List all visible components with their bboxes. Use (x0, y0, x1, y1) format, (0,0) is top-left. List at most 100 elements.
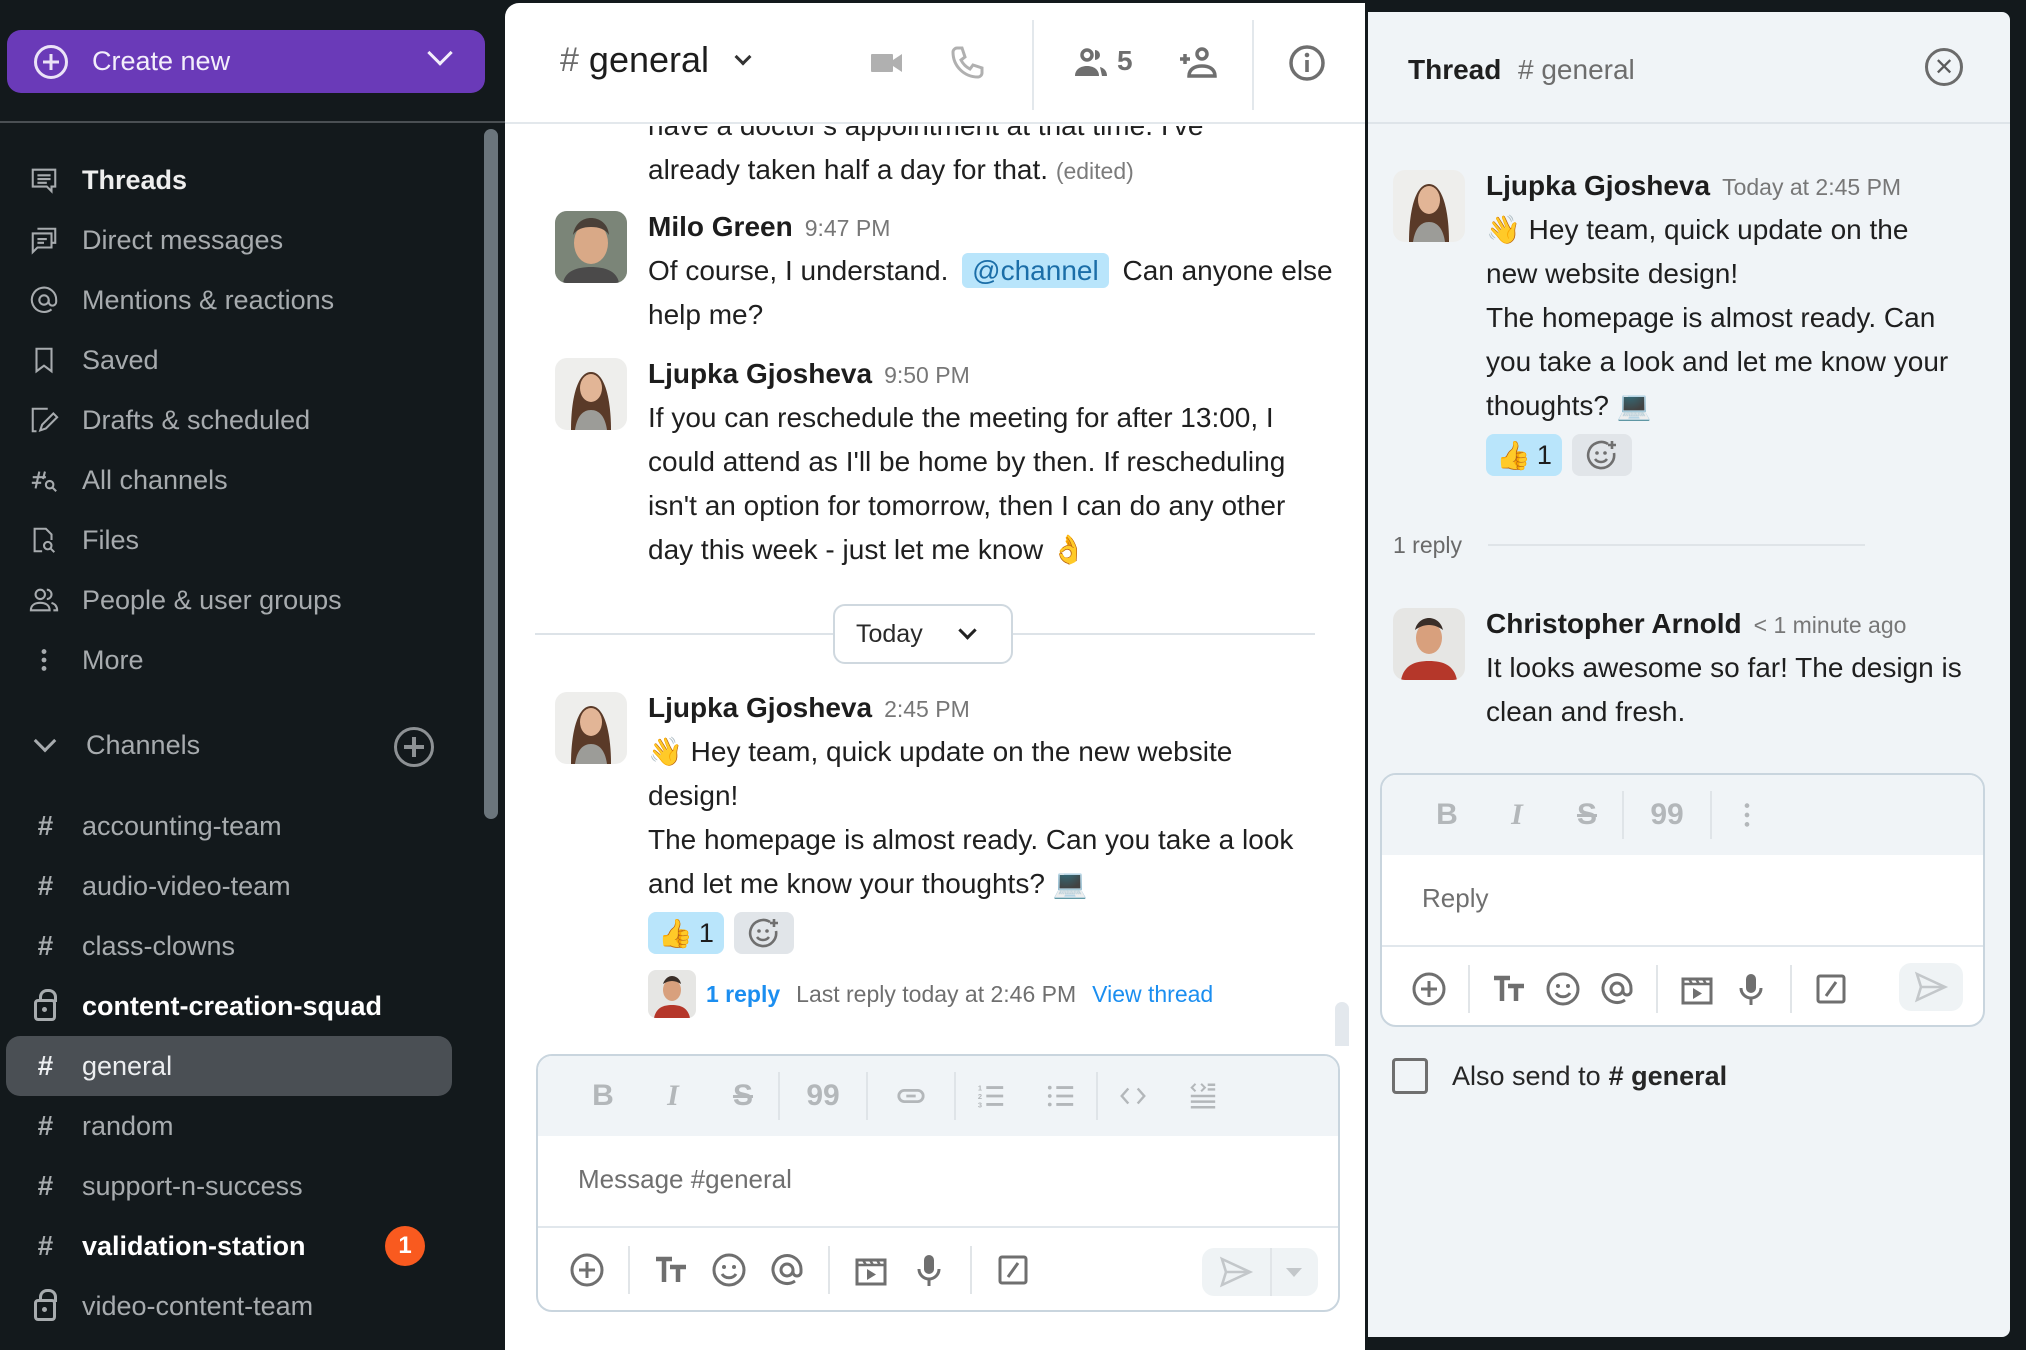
channel-info-button[interactable] (1285, 41, 1329, 85)
message-time[interactable]: < 1 minute ago (1754, 612, 1907, 639)
reaction-thumbs-up[interactable]: 👍 1 (1486, 434, 1562, 476)
slash-command-button[interactable] (1804, 960, 1858, 1018)
message-author[interactable]: Ljupka Gjosheva (648, 692, 872, 724)
message-time[interactable]: 9:50 PM (884, 362, 970, 389)
message-author[interactable]: Christopher Arnold (1486, 608, 1742, 640)
channel-item-video-content-team[interactable]: video-content-team (0, 1276, 480, 1336)
bold-button[interactable]: B (1412, 785, 1482, 845)
channel-item-validation-station[interactable]: # validation-station 1 (0, 1216, 480, 1276)
voice-message-button[interactable] (900, 1241, 958, 1299)
bold-button[interactable]: B (568, 1066, 638, 1126)
create-new-button[interactable]: Create new (7, 30, 485, 93)
channel-name: accounting-team (82, 810, 282, 841)
message-time[interactable]: 9:47 PM (805, 215, 891, 242)
channel-item-general[interactable]: # general (6, 1036, 452, 1096)
header-separator (1032, 20, 1034, 110)
voice-message-button[interactable] (1724, 960, 1778, 1018)
message-time[interactable]: 2:45 PM (884, 696, 970, 723)
channel-item-support-n-success[interactable]: # support-n-success (0, 1156, 480, 1216)
text-format-button[interactable] (642, 1241, 700, 1299)
add-channel-button[interactable] (394, 727, 434, 767)
media-button[interactable] (1670, 960, 1724, 1018)
message-author[interactable]: Ljupka Gjosheva (648, 358, 872, 390)
quote-icon: 99 (1650, 798, 1684, 831)
message-time[interactable]: Today at 2:45 PM (1722, 174, 1901, 201)
sidebar-item-drafts[interactable]: Drafts & scheduled (0, 390, 480, 450)
emoji-button[interactable] (700, 1241, 758, 1299)
sidebar-item-all-channels[interactable]: All channels (0, 450, 480, 510)
message-list-scrollbar[interactable] (1335, 1002, 1349, 1046)
sidebar-item-more[interactable]: More (0, 630, 480, 690)
also-send-label: Also send to (1452, 1060, 1601, 1091)
avatar[interactable] (555, 358, 627, 430)
text-format-button[interactable] (1482, 960, 1536, 1018)
message-author[interactable]: Ljupka Gjosheva (1486, 170, 1710, 202)
media-button[interactable] (842, 1241, 900, 1299)
italic-button[interactable]: I (638, 1066, 708, 1126)
channel-item-random[interactable]: # random (0, 1096, 480, 1156)
video-call-button[interactable] (865, 41, 909, 85)
reply-input[interactable] (1422, 883, 1943, 914)
also-send-checkbox[interactable] (1392, 1058, 1428, 1094)
view-thread-link[interactable]: View thread (1092, 981, 1213, 1008)
send-options-button[interactable] (1272, 1267, 1316, 1277)
channel-item-content-creation-squad[interactable]: content-creation-squad (0, 976, 480, 1036)
avatar[interactable] (1393, 608, 1465, 680)
slash-command-button[interactable] (984, 1241, 1042, 1299)
attach-button[interactable] (1402, 960, 1456, 1018)
channel-item-class-clowns[interactable]: # class-clowns (0, 916, 480, 976)
chevron-down-icon[interactable] (427, 40, 453, 66)
message-text: 👋 Hey team, quick update on the new webs… (648, 730, 1298, 906)
laptop-emoji: 💻 (1052, 867, 1088, 900)
avatar[interactable] (1393, 170, 1465, 242)
sidebar-item-files[interactable]: Files (0, 510, 480, 570)
sidebar-scrollbar[interactable] (484, 129, 498, 819)
quote-button[interactable]: 99 (1624, 785, 1710, 845)
send-button[interactable] (1202, 1248, 1272, 1296)
date-jump-button[interactable]: Today (833, 604, 1013, 664)
clapperboard-icon (1681, 977, 1713, 1005)
link-button[interactable] (868, 1066, 954, 1126)
channel-mention[interactable]: @channel (962, 253, 1109, 288)
sidebar-item-people[interactable]: People & user groups (0, 570, 480, 630)
strikethrough-button[interactable]: S (1552, 785, 1622, 845)
member-count[interactable]: 5 (1117, 45, 1133, 77)
add-reaction-button[interactable] (733, 912, 794, 954)
members-button[interactable] (1069, 41, 1113, 85)
bold-icon: B (592, 1079, 614, 1112)
sidebar-item-direct-messages[interactable]: Direct messages (0, 210, 480, 270)
add-reaction-button[interactable] (1571, 434, 1632, 476)
reaction-thumbs-up[interactable]: 👍 1 (648, 912, 724, 954)
sidebar-item-mentions[interactable]: Mentions & reactions (0, 270, 480, 330)
caret-down-icon (1286, 1267, 1302, 1277)
code-block-button[interactable] (1168, 1066, 1238, 1126)
emoji-button[interactable] (1536, 960, 1590, 1018)
close-thread-button[interactable]: ✕ (1925, 48, 1963, 86)
code-button[interactable] (1098, 1066, 1168, 1126)
bullet-list-button[interactable] (1026, 1066, 1096, 1126)
italic-button[interactable]: I (1482, 785, 1552, 845)
mention-button[interactable] (758, 1241, 816, 1299)
message-input[interactable] (578, 1164, 1298, 1195)
quote-button[interactable]: 99 (780, 1066, 866, 1126)
chevron-down-icon[interactable] (33, 729, 57, 753)
send-reply-button[interactable] (1899, 963, 1963, 1011)
channel-title-button[interactable]: # general (560, 39, 752, 81)
strikethrough-button[interactable]: S (708, 1066, 778, 1126)
channel-item-audio-video-team[interactable]: # audio-video-team (0, 856, 480, 916)
mention-button[interactable] (1590, 960, 1644, 1018)
sidebar-item-threads[interactable]: Threads (0, 150, 480, 210)
numbered-list-button[interactable]: 123 (956, 1066, 1026, 1126)
code-icon (1120, 1087, 1146, 1105)
channel-item-accounting-team[interactable]: # accounting-team (0, 796, 480, 856)
message-author[interactable]: Milo Green (648, 211, 793, 243)
more-formatting-button[interactable] (1712, 785, 1782, 845)
avatar[interactable] (555, 692, 627, 764)
thread-channel-link[interactable]: # general (1518, 54, 1635, 86)
add-member-button[interactable] (1175, 41, 1219, 85)
avatar[interactable] (555, 211, 627, 283)
audio-call-button[interactable] (945, 41, 989, 85)
attach-button[interactable] (558, 1241, 616, 1299)
reply-count-link[interactable]: 1 reply (706, 981, 780, 1008)
sidebar-item-saved[interactable]: Saved (0, 330, 480, 390)
